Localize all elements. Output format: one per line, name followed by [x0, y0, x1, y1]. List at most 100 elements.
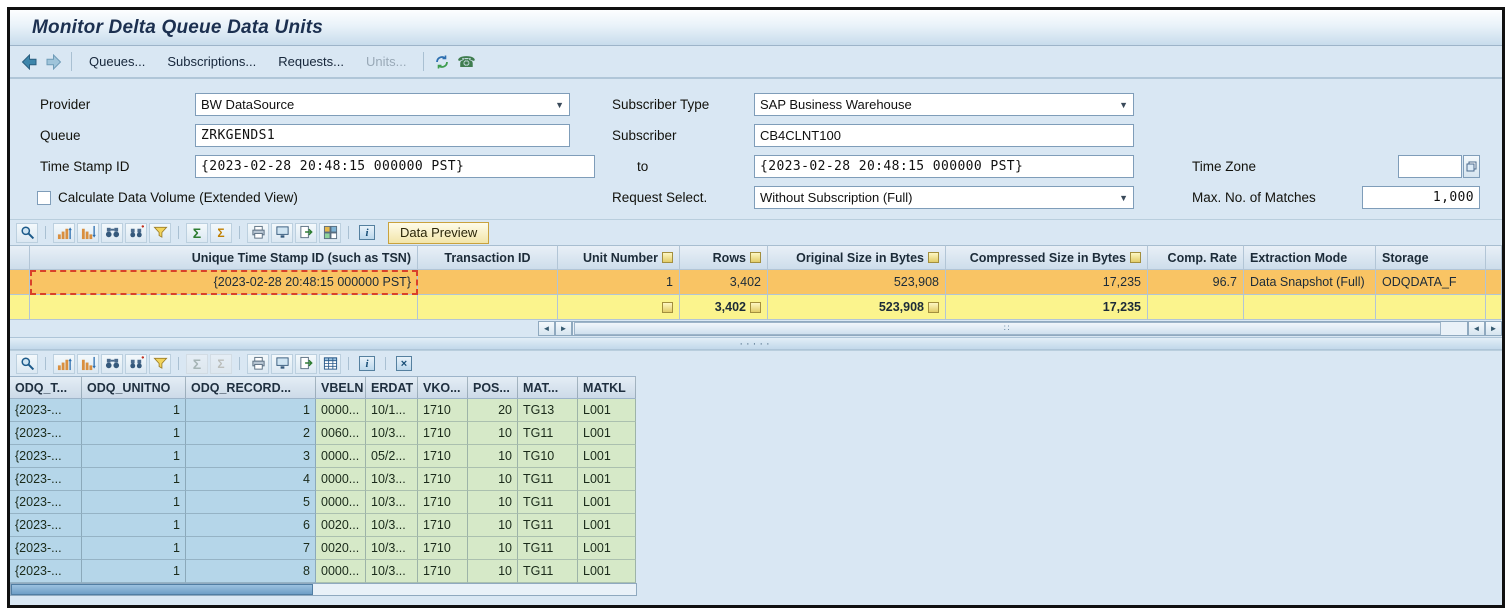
find-icon[interactable]: [101, 354, 123, 374]
sort-desc-icon[interactable]: [77, 354, 99, 374]
scrollbar-thumb[interactable]: ∷: [574, 322, 1441, 335]
timezone-input[interactable]: [1398, 155, 1462, 178]
col-unit-number[interactable]: Unit Number: [558, 245, 680, 270]
cell-transaction-id[interactable]: [418, 270, 558, 295]
close-icon[interactable]: ×: [393, 354, 415, 374]
col-matkl[interactable]: MATKL: [578, 376, 636, 399]
col-odq-unitno[interactable]: ODQ_UNITNO: [82, 376, 186, 399]
subscriber-type-select[interactable]: SAP Business Warehouse ▼: [754, 93, 1134, 116]
timestamp-to-input[interactable]: {2023-02-28 20:48:15 000000 PST}: [754, 155, 1134, 178]
timezone-history-icon[interactable]: [1463, 155, 1480, 178]
cell-extraction-mode[interactable]: Data Snapshot (Full): [1244, 270, 1376, 295]
cell-compressed-size[interactable]: 17,235: [946, 270, 1148, 295]
col-rows[interactable]: Rows: [680, 245, 768, 270]
preview-grid-row[interactable]: {2023-... 1 5 0000... 10/3... 1710 10 TG…: [10, 491, 636, 514]
choose-layout-icon[interactable]: [319, 223, 341, 243]
forward-button[interactable]: [42, 52, 64, 72]
print-icon[interactable]: [247, 223, 269, 243]
col-odq-recordno[interactable]: ODQ_RECORD...: [186, 376, 316, 399]
scrollbar-thumb[interactable]: [11, 584, 313, 595]
find-next-icon[interactable]: [125, 223, 147, 243]
col-tsn[interactable]: Unique Time Stamp ID (such as TSN): [30, 245, 418, 270]
preview-grid-row[interactable]: {2023-... 1 7 0020... 10/3... 1710 10 TG…: [10, 537, 636, 560]
chevron-down-icon[interactable]: ▼: [1119, 193, 1128, 203]
queues-button[interactable]: Queues...: [79, 50, 155, 73]
scrollbar-track[interactable]: ∷: [572, 321, 1468, 336]
requests-button[interactable]: Requests...: [268, 50, 354, 73]
filter-icon[interactable]: [149, 223, 171, 243]
scroll-right-icon[interactable]: ►: [555, 321, 572, 336]
preview-grid-row[interactable]: {2023-... 1 4 0000... 10/3... 1710 10 TG…: [10, 468, 636, 491]
data-preview-button[interactable]: Data Preview: [388, 222, 489, 244]
export-icon[interactable]: [295, 354, 317, 374]
chevron-down-icon[interactable]: ▼: [555, 100, 564, 110]
scroll-left-icon[interactable]: ◄: [538, 321, 555, 336]
toolbar-separator: [178, 357, 179, 370]
col-odq-tsn[interactable]: ODQ_T...: [10, 376, 82, 399]
col-matnr[interactable]: MAT...: [518, 376, 578, 399]
back-button[interactable]: [18, 52, 40, 72]
sum-icon[interactable]: Σ: [186, 223, 208, 243]
col-storage[interactable]: Storage: [1376, 245, 1486, 270]
max-matches-input[interactable]: 1,000: [1362, 186, 1480, 209]
col-erdat[interactable]: ERDAT: [366, 376, 418, 399]
refresh-icon[interactable]: [431, 52, 453, 72]
col-posnr[interactable]: POS...: [468, 376, 518, 399]
total-transaction-id: [418, 295, 558, 320]
col-comp-rate[interactable]: Comp. Rate: [1148, 245, 1244, 270]
views-icon[interactable]: [271, 223, 293, 243]
row-selector-header[interactable]: [10, 245, 30, 270]
subtotal-icon[interactable]: Σ: [210, 223, 232, 243]
cell-comp-rate[interactable]: 96.7: [1148, 270, 1244, 295]
table-view-icon[interactable]: [319, 354, 341, 374]
views-icon[interactable]: [271, 354, 293, 374]
cell-tsn[interactable]: {2023-02-28 20:48:15 000000 PST}: [30, 270, 418, 295]
timestamp-from-value: {2023-02-28 20:48:15 000000 PST}: [201, 159, 464, 174]
col-vbeln[interactable]: VBELN: [316, 376, 366, 399]
export-icon[interactable]: [295, 223, 317, 243]
subscriptions-button[interactable]: Subscriptions...: [157, 50, 266, 73]
find-icon[interactable]: [101, 223, 123, 243]
subscriber-input[interactable]: CB4CLNT100: [754, 124, 1134, 147]
cell-erdat: 10/3...: [366, 514, 418, 537]
splitter-handle[interactable]: ·····: [10, 337, 1502, 350]
info-icon[interactable]: i: [356, 223, 378, 243]
chevron-down-icon[interactable]: ▼: [1119, 100, 1128, 110]
sort-asc-icon[interactable]: [53, 354, 75, 374]
print-icon[interactable]: [247, 354, 269, 374]
preview-grid-row[interactable]: {2023-... 1 1 0000... 10/1... 1710 20 TG…: [10, 399, 636, 422]
col-original-size[interactable]: Original Size in Bytes: [768, 245, 946, 270]
queue-input[interactable]: ZRKGENDS1: [195, 124, 570, 147]
sort-desc-icon[interactable]: [77, 223, 99, 243]
choose-detail-icon[interactable]: [16, 223, 38, 243]
provider-select[interactable]: BW DataSource ▼: [195, 93, 570, 116]
calc-volume-checkbox[interactable]: [37, 191, 51, 205]
col-extraction-mode[interactable]: Extraction Mode: [1244, 245, 1376, 270]
sort-asc-icon[interactable]: [53, 223, 75, 243]
scroll-left-icon[interactable]: ◄: [1468, 321, 1485, 336]
cell-rows[interactable]: 3,402: [680, 270, 768, 295]
cell-unit-number[interactable]: 1: [558, 270, 680, 295]
cell-storage[interactable]: ODQDATA_F: [1376, 270, 1486, 295]
row-selector[interactable]: [10, 270, 30, 295]
sum-indicator-icon: [750, 252, 761, 263]
preview-grid-row[interactable]: {2023-... 1 3 0000... 05/2... 1710 10 TG…: [10, 445, 636, 468]
preview-grid-row[interactable]: {2023-... 1 2 0060... 10/3... 1710 10 TG…: [10, 422, 636, 445]
preview-grid-row[interactable]: {2023-... 1 6 0020... 10/3... 1710 10 TG…: [10, 514, 636, 537]
col-compressed-size[interactable]: Compressed Size in Bytes: [946, 245, 1148, 270]
find-next-icon[interactable]: [125, 354, 147, 374]
phone-icon[interactable]: ☎: [455, 52, 477, 72]
toolbar-separator: [348, 357, 349, 370]
request-select-dropdown[interactable]: Without Subscription (Full) ▼: [754, 186, 1134, 209]
timestamp-from-input[interactable]: {2023-02-28 20:48:15 000000 PST}: [195, 155, 595, 178]
filter-icon[interactable]: [149, 354, 171, 374]
cell-original-size[interactable]: 523,908: [768, 270, 946, 295]
units-grid-selected-row[interactable]: {2023-02-28 20:48:15 000000 PST} 1 3,402…: [10, 270, 1502, 295]
col-transaction-id[interactable]: Transaction ID: [418, 245, 558, 270]
scroll-right-icon[interactable]: ►: [1485, 321, 1502, 336]
info-icon[interactable]: i: [356, 354, 378, 374]
choose-detail-icon[interactable]: [16, 354, 38, 374]
preview-grid-row[interactable]: {2023-... 1 8 0000... 10/3... 1710 10 TG…: [10, 560, 636, 583]
preview-grid-hscrollbar[interactable]: [10, 583, 637, 596]
col-vkorg[interactable]: VKO...: [418, 376, 468, 399]
